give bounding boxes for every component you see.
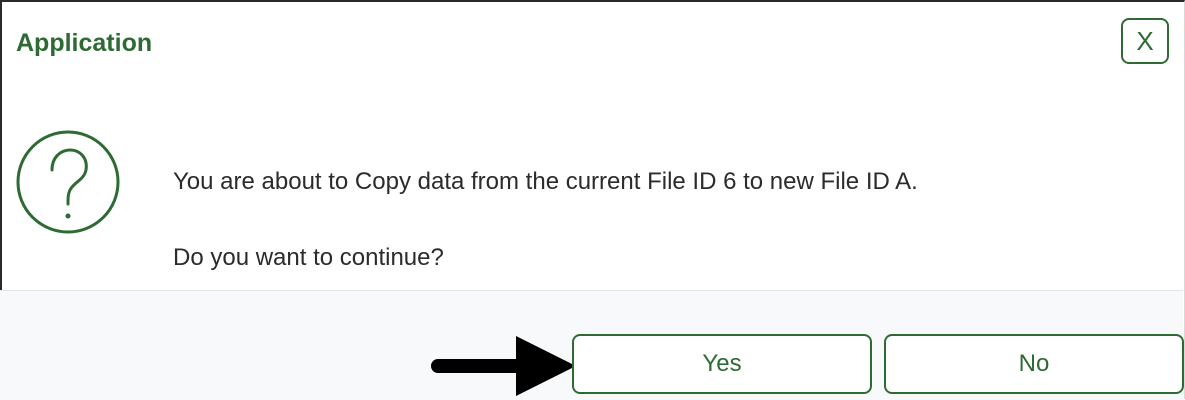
question-circle-icon: [16, 130, 120, 234]
dialog-message: You are about to Copy data from the curr…: [173, 168, 918, 195]
arrow-right-icon: [431, 336, 576, 396]
close-button[interactable]: X: [1121, 18, 1169, 64]
yes-button[interactable]: Yes: [572, 334, 872, 394]
dialog-question: Do you want to continue?: [173, 244, 444, 271]
no-button[interactable]: No: [884, 334, 1184, 394]
dialog-title: Application: [16, 29, 153, 57]
